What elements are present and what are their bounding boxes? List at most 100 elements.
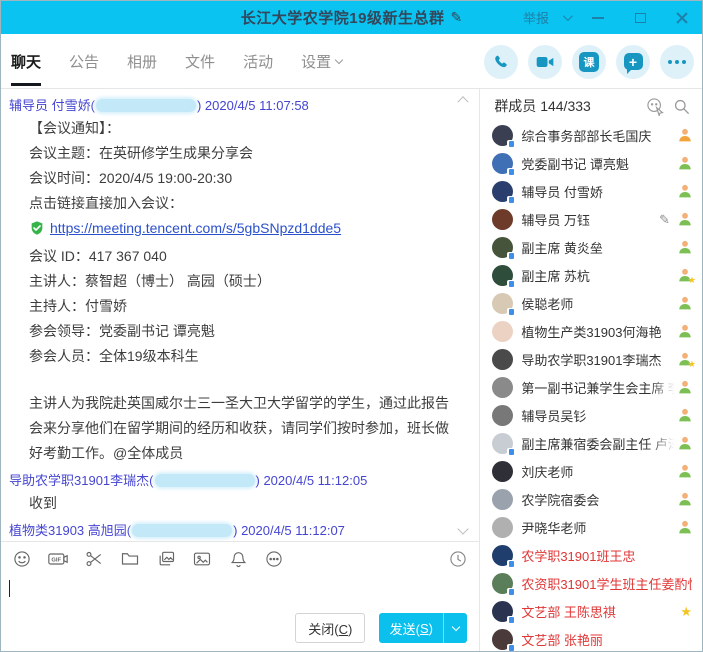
star-icon: ★ <box>680 605 692 618</box>
sender-name[interactable]: 辅导员 付雪娇 <box>9 98 91 113</box>
tab-bar: 聊天 公告相册 文件 活动设置 课 + <box>1 34 702 89</box>
tab-label: 文件 <box>185 51 215 72</box>
member-row[interactable]: 副主席兼宿委会副主任 卢泽 <box>480 429 702 457</box>
message-timestamp: 2020/4/5 11:12:05 <box>263 473 367 488</box>
member-row[interactable]: 农学院宿委会 <box>480 485 702 513</box>
class-icon: 课 <box>579 52 599 72</box>
member-row[interactable]: 党委副书记 谭亮魁 <box>480 149 702 177</box>
close-window-button[interactable] <box>668 6 696 30</box>
censored-qq-number <box>132 524 232 537</box>
member-row[interactable]: 第一副书记兼学生会主席 李 <box>480 373 702 401</box>
message-input[interactable] <box>1 576 479 611</box>
member-row[interactable]: 辅导员 付雪娇 <box>480 177 702 205</box>
message-text: 会议主题：在英研修学生成果分享会 <box>29 145 253 161</box>
close-button[interactable]: 关闭(C) <box>295 613 365 643</box>
member-row[interactable]: 综合事务部部长毛国庆 <box>480 121 702 149</box>
image-icon[interactable] <box>191 548 213 570</box>
member-status-icons <box>678 464 692 478</box>
member-avatar <box>492 433 513 454</box>
add-app-icon: + <box>624 53 643 70</box>
maximize-button[interactable] <box>626 6 654 30</box>
tab-文件[interactable]: 文件 <box>185 34 215 88</box>
sender-name[interactable]: 导助农学职31901李瑞杰 <box>9 473 149 488</box>
member-status-icons <box>678 408 692 422</box>
edit-title-icon[interactable]: ✎ <box>450 9 462 26</box>
member-avatar <box>492 209 513 230</box>
screenshot-icon[interactable] <box>83 548 105 570</box>
member-status-icons <box>678 296 692 310</box>
member-name: 农资职31901学生班主任姜酌悦 <box>521 574 692 593</box>
chat-message: 导助农学职31901李瑞杰() 2020/4/5 11:12:05收到 <box>9 470 453 516</box>
member-row[interactable]: 侯聪老师 <box>480 289 702 317</box>
tab-聊天[interactable]: 聊天 <box>11 34 41 88</box>
sender-name[interactable]: 植物类31903 高旭园 <box>9 523 127 538</box>
member-avatar <box>492 405 513 426</box>
message-line: 主讲人：蔡智超（博士） 高园（硕士） <box>29 269 453 294</box>
message-text: 参会领导：党委副书记 谭亮魁 <box>29 323 215 339</box>
member-row[interactable]: 导助农学职31901李瑞杰★ <box>480 345 702 373</box>
message-timestamp: 2020/4/5 11:12:07 <box>241 523 345 538</box>
member-name: 辅导员吴钐 <box>521 406 678 425</box>
chat-message: 植物类31903 高旭园() 2020/4/5 11:12:07收到 <box>9 520 453 541</box>
add-app-button[interactable]: + <box>616 45 650 79</box>
tab-相册[interactable]: 相册 <box>127 34 157 88</box>
chat-message: 辅导员 付雪娇() 2020/4/5 11:07:58【会议通知】：会议主题：在… <box>9 95 453 466</box>
member-status-icons <box>678 184 692 198</box>
send-options-chevron[interactable] <box>443 613 467 643</box>
bell-icon[interactable] <box>227 548 249 570</box>
emoji-icon[interactable] <box>11 548 33 570</box>
voice-call-button[interactable] <box>484 45 518 79</box>
report-chevron-icon[interactable] <box>563 11 573 21</box>
more-tools-icon[interactable] <box>263 548 285 570</box>
video-call-button[interactable] <box>528 45 562 79</box>
send-button[interactable]: 发送(S) <box>379 613 467 643</box>
paren: ( <box>127 523 131 538</box>
member-row[interactable]: 文艺部 王陈思祺★ <box>480 597 702 625</box>
member-icon <box>678 492 692 506</box>
more-actions-button[interactable] <box>660 45 694 79</box>
tab-设置[interactable]: 设置 <box>301 34 342 88</box>
search-icon[interactable] <box>670 95 692 117</box>
member-name: 尹晓华老师 <box>521 518 678 537</box>
member-avatar <box>492 629 513 650</box>
member-row[interactable]: 副主席 黄炎垒 <box>480 233 702 261</box>
chat-message-area[interactable]: 辅导员 付雪娇() 2020/4/5 11:07:58【会议通知】：会议主题：在… <box>1 89 479 541</box>
message-history-icon[interactable] <box>447 548 469 570</box>
link-shield-icon <box>29 219 45 244</box>
tab-label: 聊天 <box>11 51 41 72</box>
tab-公告[interactable]: 公告 <box>69 34 99 88</box>
message-text: 会议 ID：417 367 040 <box>29 248 167 264</box>
paren: ) <box>233 523 241 538</box>
scroll-up-icon[interactable] <box>459 95 469 105</box>
message-sender-line: 辅导员 付雪娇() 2020/4/5 11:07:58 <box>9 95 453 116</box>
member-avatar <box>492 265 513 286</box>
member-row[interactable]: 辅导员吴钐 <box>480 401 702 429</box>
gif-icon[interactable]: GIF <box>47 548 69 570</box>
screen-share-icon[interactable] <box>155 548 177 570</box>
member-row[interactable]: 副主席 苏杭★ <box>480 261 702 289</box>
member-row[interactable]: 尹晓华老师 <box>480 513 702 541</box>
member-status-icons <box>678 324 692 338</box>
minimize-button[interactable] <box>584 6 612 30</box>
member-row[interactable]: 文艺部 张艳丽 <box>480 625 702 652</box>
member-avatar <box>492 125 513 146</box>
message-line: 主持人：付雪娇 <box>29 294 453 319</box>
invite-icon[interactable] <box>644 95 666 117</box>
class-button[interactable]: 课 <box>572 45 606 79</box>
tab-活动[interactable]: 活动 <box>243 34 273 88</box>
member-row[interactable]: 农学职31901班王忠 <box>480 541 702 569</box>
member-row[interactable]: 农资职31901学生班主任姜酌悦 <box>480 569 702 597</box>
member-name: 导助农学职31901李瑞杰 <box>521 350 678 369</box>
folder-icon[interactable] <box>119 548 141 570</box>
member-row[interactable]: 辅导员 万钰✎ <box>480 205 702 233</box>
member-status-icons <box>678 240 692 254</box>
message-text: 主讲人：蔡智超（博士） 高园（硕士） <box>29 273 271 289</box>
member-row[interactable]: 植物生产类31903何海艳 <box>480 317 702 345</box>
meeting-link[interactable]: https://meeting.tencent.com/s/5gbSNpzd1d… <box>50 220 341 236</box>
member-name: 文艺部 王陈思祺 <box>521 602 680 621</box>
message-line: 会议时间：2020/4/5 19:00-20:30 <box>29 166 453 191</box>
member-row[interactable]: 刘庆老师 <box>480 457 702 485</box>
report-button[interactable]: 举报 <box>523 8 549 27</box>
scroll-down-icon[interactable] <box>459 525 469 535</box>
voice-call-icon <box>492 53 510 71</box>
